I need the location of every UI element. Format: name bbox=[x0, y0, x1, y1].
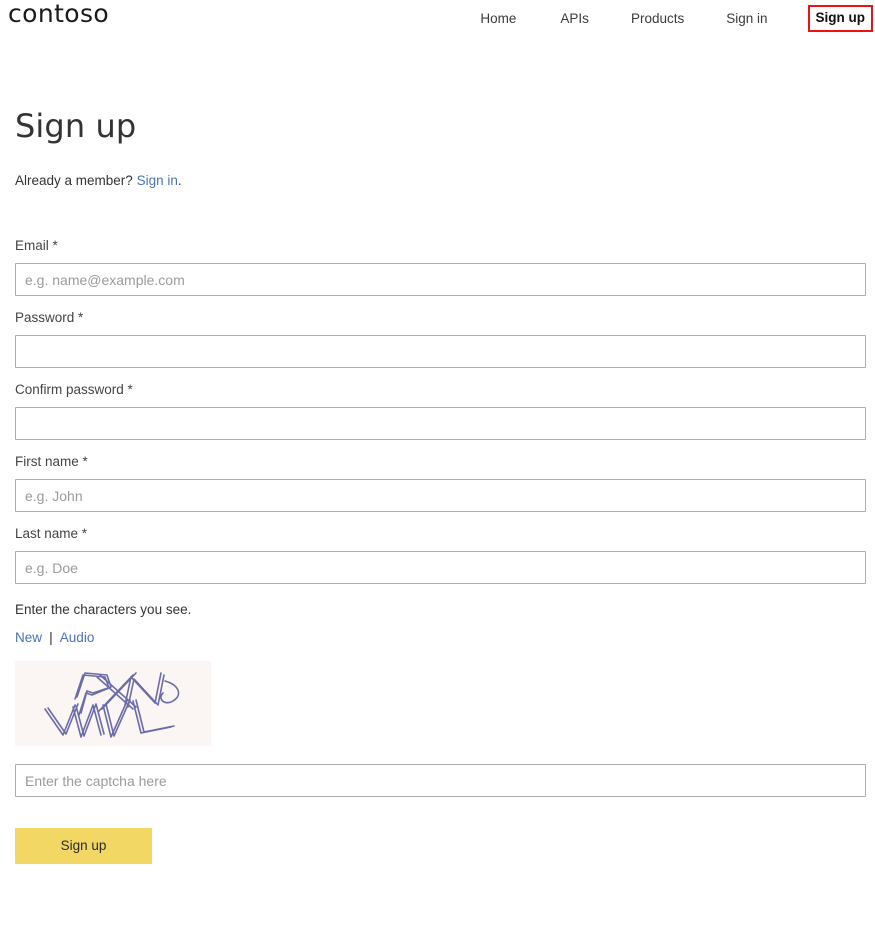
nav-item-sign-in[interactable]: Sign in bbox=[726, 10, 767, 28]
already-member-line: Already a member? Sign in. bbox=[15, 172, 866, 190]
label-email: Email * bbox=[15, 238, 58, 253]
first-name-input[interactable] bbox=[15, 479, 866, 512]
label-confirm-password: Confirm password * bbox=[15, 382, 133, 397]
already-member-suffix: . bbox=[177, 173, 182, 188]
field-first-name: First name * bbox=[15, 453, 866, 512]
password-input[interactable] bbox=[15, 335, 866, 368]
label-last-name: Last name * bbox=[15, 526, 88, 541]
captcha-glyphs bbox=[15, 661, 211, 746]
confirm-password-input[interactable] bbox=[15, 407, 866, 440]
nav-item-sign-up-highlight: Sign up bbox=[807, 5, 873, 32]
captcha-separator: | bbox=[49, 630, 53, 645]
nav-item-home[interactable]: Home bbox=[480, 10, 516, 28]
already-member-text: Already a member? bbox=[15, 173, 133, 188]
signup-form: Email * Password * Confirm password * Fi… bbox=[15, 237, 866, 864]
captcha-actions: New | Audio bbox=[15, 629, 866, 647]
site-header: contoso Home APIs Products Sign in Sign … bbox=[0, 0, 875, 34]
last-name-input[interactable] bbox=[15, 551, 866, 584]
sign-in-link[interactable]: Sign in bbox=[137, 173, 178, 188]
captcha-input-wrap bbox=[15, 764, 866, 797]
email-input[interactable] bbox=[15, 263, 866, 296]
captcha-instruction: Enter the characters you see. bbox=[15, 602, 192, 617]
captcha-image bbox=[15, 661, 211, 746]
field-password: Password * bbox=[15, 309, 866, 368]
captcha-new-link[interactable]: New bbox=[15, 630, 42, 645]
captcha-block: Enter the characters you see. New | Audio bbox=[15, 601, 866, 797]
brand-logo[interactable]: contoso bbox=[8, 0, 109, 28]
nav-item-apis[interactable]: APIs bbox=[560, 10, 589, 28]
page-content: Sign up Already a member? Sign in. Email… bbox=[0, 34, 875, 864]
captcha-audio-link[interactable]: Audio bbox=[60, 630, 95, 645]
sign-up-button[interactable]: Sign up bbox=[15, 828, 152, 864]
page-title: Sign up bbox=[15, 107, 137, 145]
field-email: Email * bbox=[15, 237, 866, 296]
nav-item-sign-up[interactable]: Sign up bbox=[816, 9, 866, 27]
submit-wrap: Sign up bbox=[15, 828, 866, 864]
label-password: Password * bbox=[15, 310, 84, 325]
main-navigation: Home APIs Products Sign in Sign up bbox=[480, 5, 875, 32]
nav-item-products[interactable]: Products bbox=[631, 10, 684, 28]
field-confirm-password: Confirm password * bbox=[15, 381, 866, 440]
captcha-input[interactable] bbox=[15, 764, 866, 797]
label-first-name: First name * bbox=[15, 454, 88, 469]
field-last-name: Last name * bbox=[15, 525, 866, 584]
